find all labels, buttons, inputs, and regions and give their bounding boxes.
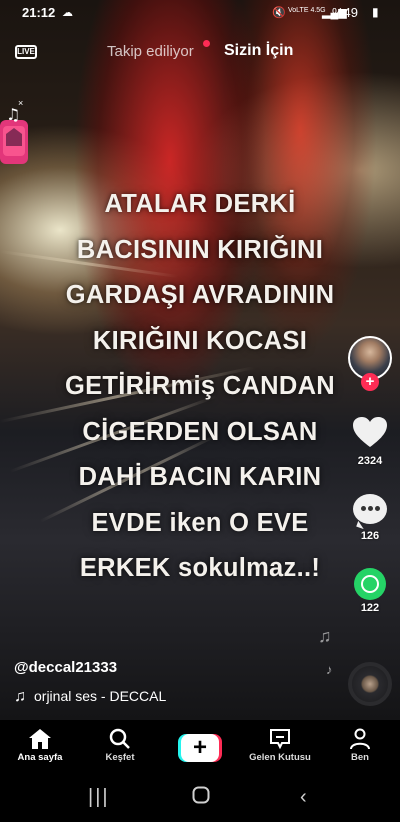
status-time: 21:12 — [22, 5, 56, 20]
caption-line: GETİRİRmiş CANDAN — [64, 372, 336, 400]
heart-icon — [353, 417, 387, 447]
music-note-icon: ♫ — [14, 688, 26, 705]
top-nav: LIVE Takip ediliyor Sizin İçin — [0, 40, 400, 64]
floating-music-note-icon: ♪ — [326, 662, 333, 677]
comment-count: 126 — [360, 530, 380, 542]
whatsapp-icon — [354, 568, 386, 600]
nav-inbox-label: Gelen Kutusu — [249, 752, 311, 763]
caption-line: DAHİ BACIN KARIN — [78, 463, 322, 491]
floating-music-note-icon: ♫ — [318, 626, 332, 646]
nav-home[interactable]: Ana sayfa — [0, 728, 80, 763]
back-icon[interactable]: ‹ — [300, 786, 307, 809]
inbox-icon — [240, 728, 320, 752]
caption-line: ERKEK sokulmaz..! — [79, 554, 321, 582]
creator-username[interactable]: @deccal21333 — [14, 659, 117, 676]
recent-apps-icon[interactable]: ||| — [88, 786, 110, 809]
like-button[interactable]: 2324 — [346, 416, 394, 467]
tab-for-you[interactable]: Sizin İçin — [224, 42, 293, 60]
nav-inbox[interactable]: Gelen Kutusu — [240, 728, 320, 763]
profile-icon — [320, 728, 400, 752]
share-button[interactable]: 122 — [346, 568, 394, 614]
home-button-icon[interactable] — [192, 786, 210, 810]
music-sticker-icon: × ♫ — [0, 98, 28, 164]
music-disc-icon[interactable] — [348, 662, 392, 706]
caption-line: GARDAŞI AVRADININ — [65, 281, 335, 309]
notification-icon: ☁ — [62, 7, 73, 19]
svg-text:♫: ♫ — [6, 105, 20, 124]
search-icon — [80, 728, 160, 752]
video-caption-overlay: ATALAR DERKİ BACISININ KIRIĞINI GARDAŞI … — [0, 182, 400, 592]
follow-button[interactable]: + — [361, 373, 379, 391]
music-sticker[interactable]: × ♫ — [0, 98, 30, 168]
nav-home-label: Ana sayfa — [17, 752, 63, 763]
nav-profile-label: Ben — [351, 752, 369, 763]
sound-title: orjinal ses - DECCAL — [34, 688, 167, 704]
system-nav-bar: ||| ‹ — [0, 772, 400, 822]
home-icon — [0, 728, 80, 752]
network-label: VoLTE 4.5G — [288, 7, 326, 14]
live-icon: LIVE — [15, 45, 37, 59]
battery-level: %49 — [331, 5, 358, 20]
mute-icon: 🔇 — [272, 7, 286, 19]
caption-line: EVDE iken O EVE — [91, 508, 309, 537]
comment-icon — [353, 494, 387, 524]
comment-button[interactable]: 126 — [346, 494, 394, 542]
live-button[interactable]: LIVE — [15, 40, 39, 62]
sound-info[interactable]: ♫ orjinal ses - DECCAL — [14, 688, 166, 706]
caption-line: CİGERDEN OLSAN — [82, 417, 318, 446]
share-count: 122 — [360, 602, 380, 614]
caption-line: KIRIĞINI KOCASI — [92, 326, 308, 355]
nav-discover[interactable]: Keşfet — [80, 728, 160, 763]
caption-line: BACISININ KIRIĞINI — [76, 235, 324, 264]
create-button[interactable]: + — [178, 734, 222, 762]
caption-line: ATALAR DERKİ — [104, 190, 296, 218]
nav-profile[interactable]: Ben — [320, 728, 400, 763]
nav-discover-label: Keşfet — [105, 752, 135, 763]
status-bar: 21:12 ☁ 🔇 VoLTE 4.5G ▂▄▆ %49 ▮ — [0, 0, 400, 26]
tab-following[interactable]: Takip ediliyor — [107, 43, 194, 60]
like-count: 2324 — [357, 455, 383, 467]
new-content-dot — [203, 40, 210, 47]
plus-icon: + — [181, 734, 219, 762]
battery-icon: ▮ — [372, 5, 379, 19]
